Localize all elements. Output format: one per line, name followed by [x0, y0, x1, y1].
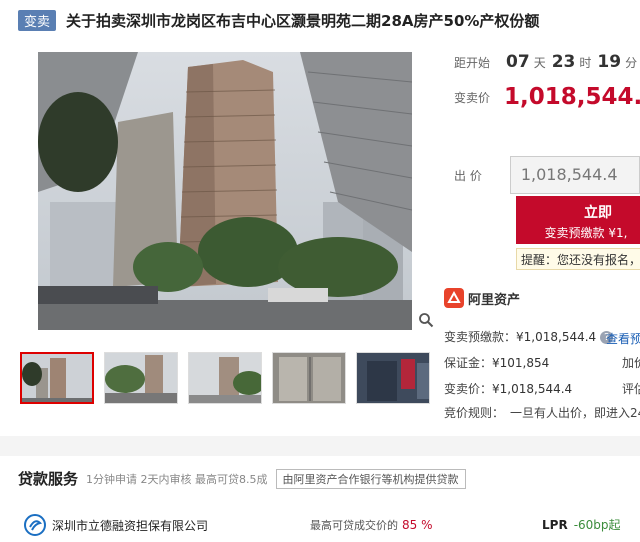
- thumbnail-2[interactable]: [104, 352, 178, 404]
- register-reminder: 提醒：您还没有报名，报: [516, 248, 640, 270]
- thumbnail-5[interactable]: [356, 352, 430, 404]
- guarantee-value: ¥101,854: [492, 356, 550, 370]
- loan-service-section: 贷款服务 1分钟申请 2天内审核 最高可贷8.5成 由阿里资产合作银行等机构提供…: [0, 456, 640, 542]
- deposit-label: 变卖预缴款：: [444, 330, 517, 344]
- lpr-rate: LPR -60bp起: [542, 516, 621, 533]
- bid-row: 出 价 1,018,544.4: [454, 156, 640, 194]
- sale-price-detail-value: ¥1,018,544.4: [492, 382, 573, 396]
- deposit-line: 变卖预缴款：¥1,018,544.4?: [444, 328, 614, 345]
- bid-button[interactable]: 立即 变卖预缴款 ¥1,: [516, 196, 640, 244]
- guarantee-label: 保证金：: [444, 356, 493, 370]
- listing-title-row: 变卖 关于拍卖深圳市龙岗区布吉中心区灏景明苑二期28A房产50%产权份额: [18, 8, 539, 32]
- lpr-value: -60bp起: [573, 518, 621, 532]
- lender-name: 深圳市立德融资担保有限公司: [52, 519, 209, 533]
- bid-button-deposit: 变卖预缴款 ¥1,: [544, 226, 628, 240]
- countdown-minutes-unit: 分: [625, 56, 638, 70]
- loan-header: 贷款服务 1分钟申请 2天内审核 最高可贷8.5成 由阿里资产合作银行等机构提供…: [18, 468, 466, 489]
- thumbnail-strip: [20, 352, 440, 404]
- sale-price-label: 变卖价: [454, 90, 491, 105]
- seller-row: 阿里资产: [444, 288, 520, 308]
- loan-ratio: 最高可贷成交价的 85 %: [310, 517, 433, 533]
- countdown-days: 07: [506, 52, 530, 72]
- loan-ratio-value: 85 %: [402, 518, 433, 532]
- ali-asset-logo-icon: [444, 288, 464, 308]
- bid-amount-input[interactable]: 1,018,544.4: [509, 156, 640, 194]
- countdown-hours: 23: [551, 52, 576, 72]
- bid-rule-line: 竞价规则： 一旦有人出价，即进入24小: [444, 404, 640, 421]
- sale-price-line: 变卖价：¥1,018,544.4: [444, 380, 572, 397]
- lender-logo-icon: [24, 514, 46, 536]
- countdown-days-unit: 天: [533, 56, 546, 70]
- bid-increment-label: 加价: [622, 356, 640, 370]
- countdown-minutes: 19: [597, 52, 622, 72]
- loan-subtitle: 1分钟申请 2天内审核 最高可贷8.5成: [86, 472, 268, 486]
- sale-price-value: 1,018,544.4: [504, 84, 640, 110]
- listing-type-tag: 变卖: [18, 9, 57, 31]
- listing-title: 关于拍卖深圳市龙岗区布吉中心区灏景明苑二期28A房产50%产权份额: [66, 11, 540, 30]
- main-property-photo[interactable]: [38, 52, 412, 330]
- bid-rule-text: 一旦有人出价，即进入24小: [510, 406, 640, 420]
- lender-row[interactable]: 深圳市立德融资担保有限公司 最高可贷成交价的 85 % LPR -60bp起: [24, 514, 640, 536]
- countdown-hours-unit: 时: [579, 56, 592, 70]
- sale-price-row: 变卖价 1,018,544.4: [454, 84, 640, 110]
- deposit-value: ¥1,018,544.4: [516, 330, 597, 344]
- countdown-label: 距开始: [454, 56, 491, 70]
- loan-provider-badge: 由阿里资产合作银行等机构提供贷款: [275, 468, 466, 489]
- loan-ratio-label: 最高可贷成交价的: [310, 519, 398, 532]
- bid-label: 出 价: [454, 168, 482, 183]
- bid-button-label: 立即: [584, 205, 612, 221]
- sale-price-detail-label: 变卖价：: [444, 382, 493, 396]
- auction-panel: 变卖 关于拍卖深圳市龙岗区布吉中心区灏景明苑二期28A房产50%产权份额 距开始…: [0, 0, 640, 436]
- thumbnail-3[interactable]: [188, 352, 262, 404]
- bid-rule-label: 竞价规则：: [444, 406, 505, 420]
- zoom-icon[interactable]: [418, 312, 434, 328]
- view-deposit-link[interactable]: 查看预: [606, 330, 640, 347]
- thumbnail-4[interactable]: [272, 352, 346, 404]
- guarantee-line: 保证金：¥101,854: [444, 354, 549, 371]
- appraisal-label: 评估: [622, 382, 640, 396]
- lpr-label: LPR: [542, 518, 568, 532]
- thumbnail-1[interactable]: [20, 352, 94, 404]
- loan-title: 贷款服务: [18, 470, 79, 488]
- seller-name: 阿里资产: [468, 292, 521, 308]
- countdown: 距开始 07 天 23 时 19 分: [454, 52, 640, 72]
